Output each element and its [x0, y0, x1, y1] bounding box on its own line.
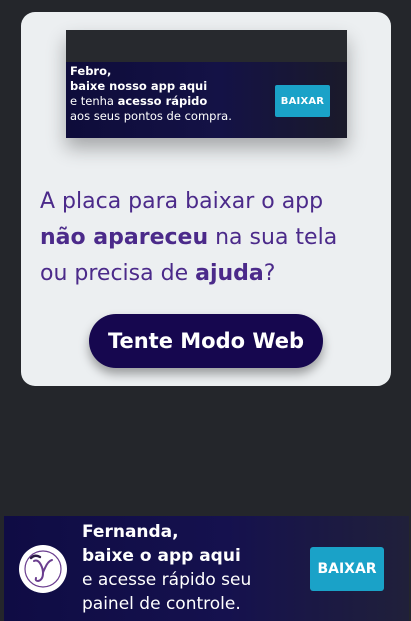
help-card: Febro, baixe nosso app aqui e tenha aces…: [21, 12, 391, 386]
banner-text: Fernanda, baixe o app aqui e acesse rápi…: [82, 520, 251, 616]
preview-line-3-bold: acesso rápido: [117, 94, 208, 108]
preview-line-1: Febro,: [70, 64, 112, 78]
banner-line-4: painel de controle.: [82, 594, 241, 614]
message-line-3-bold: ajuda: [195, 261, 264, 286]
message-line-3-post: ?: [263, 261, 276, 286]
preview-line-4: aos seus pontos de compra.: [70, 109, 232, 123]
preview-line-3-text: e tenha: [70, 94, 118, 108]
banner-line-2: baixe o app aqui: [82, 546, 241, 566]
preview-banner-text: Febro, baixe nosso app aqui e tenha aces…: [70, 64, 232, 124]
monogram-y-logo-icon: [19, 545, 67, 593]
message-line-3-pre: ou precisa de: [40, 261, 196, 286]
preview-download-button: BAIXAR: [275, 85, 330, 117]
preview-line-2: baixe nosso app aqui: [70, 79, 208, 93]
message-line-2-rest: na sua tela: [208, 225, 338, 250]
message-line-2-bold: não apareceu: [40, 225, 209, 250]
download-app-banner[interactable]: Fernanda, baixe o app aqui e acesse rápi…: [4, 516, 409, 621]
banner-line-1: Fernanda,: [82, 522, 179, 542]
app-banner-preview-image: Febro, baixe nosso app aqui e tenha aces…: [66, 30, 347, 138]
try-web-mode-button[interactable]: Tente Modo Web: [89, 314, 323, 368]
help-message: A placa para baixar o app não apareceu n…: [40, 184, 380, 292]
banner-line-3: e acesse rápido seu: [82, 570, 252, 590]
preview-top-bar: [66, 30, 347, 62]
download-button[interactable]: BAIXAR: [310, 547, 384, 591]
message-line-1: A placa para baixar o app: [40, 189, 324, 214]
